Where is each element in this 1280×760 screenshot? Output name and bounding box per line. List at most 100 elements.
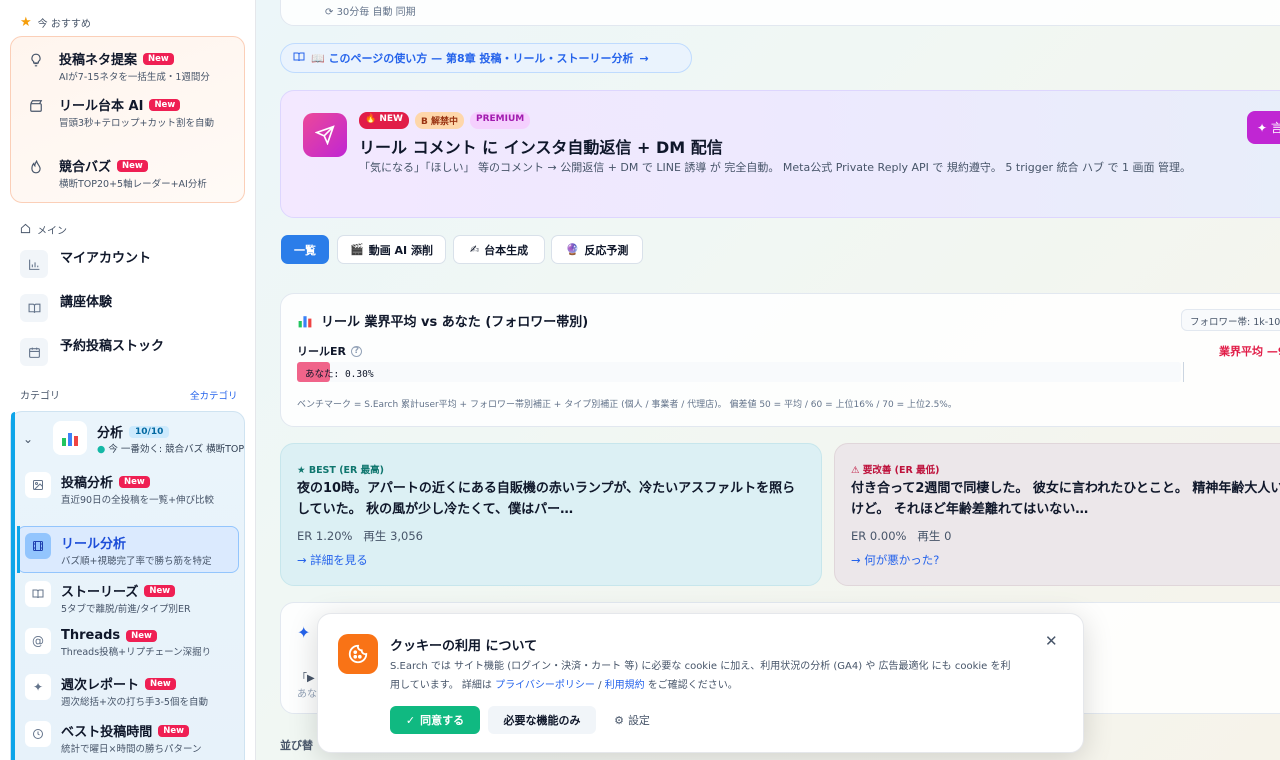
new-badge: 🔥 NEW [359, 112, 409, 129]
lightbulb-icon [25, 49, 47, 71]
worst-label: ⚠ 要改善 (ER 最低) [851, 465, 940, 476]
new-badge: New [117, 159, 148, 172]
send-icon [303, 113, 347, 157]
follower-band-badge: フォロワー帯: 1k-10 [1181, 309, 1280, 331]
recommend-item-title: 競合バズ [59, 160, 112, 175]
recommend-item-title: 投稿ネタ提案 [59, 53, 138, 68]
sort-label: 並び替 [280, 739, 313, 752]
tab-list[interactable]: 一覧 [281, 235, 329, 264]
promo-description: 「気になる」「ほしい」 等のコメント → 公開返信 + DM で LINE 誘導… [359, 161, 1192, 174]
sub-item-best-time[interactable]: ベスト投稿時間 New 統計で曜日×時間の勝ちパターン [25, 721, 247, 756]
recommend-item-subtitle: AIが7-15ネタを一括生成・1週間分 [59, 72, 210, 83]
your-er-label: あなた: 0.30% [305, 369, 374, 380]
category-count-badge: 10/10 [129, 425, 170, 438]
worst-detail-link[interactable]: → 何が悪かった? [851, 552, 939, 568]
recommend-item-title: リール台本 AI [59, 99, 144, 114]
category-now-text: ● 今 一番効く: 競合バズ 横断TOP [97, 444, 245, 455]
new-badge: New [143, 52, 174, 65]
metric-label: リールER? [297, 343, 362, 359]
chart-icon [53, 421, 87, 455]
sub-item-post-analysis[interactable]: 投稿分析 New 直近90日の全投稿を一覧+伸び比較 [25, 472, 247, 507]
category-box: ⌄ 分析 10/10 ● 今 一番効く: 競合バズ 横断TOP 投稿分析 New 直… [10, 411, 245, 760]
accept-button[interactable]: ✓ 同意する [390, 706, 480, 734]
category-section-label: カテゴリ [20, 391, 60, 402]
sync-status: ⟳ 30分毎 自動 同期 [325, 7, 416, 18]
recommend-section-label: ★ 今 おすすめ [20, 15, 91, 30]
flame-icon [25, 156, 47, 178]
best-detail-link[interactable]: → 詳細を見る [297, 552, 368, 568]
clock-icon [25, 721, 51, 747]
recommend-item[interactable]: リール台本 AI New 冒頭3秒+テロップ+カット割を自動 [25, 95, 240, 130]
recommend-item[interactable]: 競合バズ New 横断TOP20+5軸レーダー+AI分析 [25, 156, 240, 191]
chart-icon [298, 315, 312, 327]
category-header[interactable]: 分析 10/10 [97, 422, 170, 441]
premium-badge: PREMIUM [469, 112, 531, 129]
crystal-ball-icon: 🔮 [565, 243, 580, 256]
sync-card: ⟳ 30分毎 自動 同期 [280, 0, 1280, 26]
partial-text: 「▶ [297, 673, 315, 684]
book-icon [20, 294, 48, 322]
sidebar: ★ 今 おすすめ 投稿ネタ提案 New AIが7-15ネタを一括生成・1週間分 リ… [0, 0, 256, 760]
close-icon[interactable]: ✕ [1045, 632, 1058, 650]
gear-icon: ⚙ [614, 713, 624, 727]
industry-marker [1183, 362, 1184, 382]
sub-item-weekly-report[interactable]: ✦ 週次レポート New 週次総括+次の打ち手3-5個を自動 [25, 674, 247, 709]
settings-button[interactable]: ⚙ 設定 [604, 706, 660, 734]
new-badge: New [149, 98, 181, 111]
recommend-box: 投稿ネタ提案 New AIが7-15ネタを一括生成・1週間分 リール台本 AI Ne… [10, 36, 245, 203]
book-icon [293, 51, 305, 66]
check-icon: ✓ [405, 713, 416, 727]
necessary-only-button[interactable]: 必要な機能のみ [488, 706, 596, 734]
best-post-text: 夜の10時。アパートの近くにある自販機の赤いランプが、冷たいアスファルトを照らし… [297, 481, 796, 517]
recommend-item-subtitle: 横断TOP20+5軸レーダー+AI分析 [59, 179, 207, 190]
worst-post-card[interactable]: ⚠ 要改善 (ER 最低) 付き合って2週間で同棲した。 彼女に言われたひとこと… [834, 443, 1280, 586]
benchmark-title: リール 業界平均 vs あなた (フォロワー帯別) [321, 315, 589, 330]
tab-video-ai[interactable]: 🎬 動画 AI 添削 [337, 235, 446, 264]
nav-item-course[interactable]: 講座体験 [20, 294, 112, 322]
benchmark-note: ベンチマーク = S.Earch 累計user平均 + フォロワー帯別補正 + … [297, 400, 957, 410]
image-icon [25, 472, 51, 498]
calendar-icon [20, 338, 48, 366]
worst-post-stats: ER 0.00% 再生 0 [851, 529, 952, 543]
worst-post-text: 付き合って2週間で同棲した。 彼女に言われたひとこと。 精神年齢大人いんだけど。… [851, 481, 1280, 517]
page-guide-link[interactable]: 📖 このページの使い方 — 第8章 投稿・リール・ストーリー分析 → [280, 43, 692, 73]
bar-chart-icon [20, 250, 48, 278]
arrow-right-icon: → [639, 51, 649, 65]
cookie-text: S.Earch では サイト機能 (ログイン・決済・カート 等) に必要な co… [390, 661, 1011, 691]
all-categories-link[interactable]: 全カテゴリ [190, 388, 238, 402]
tab-script[interactable]: ✍ 台本生成 [453, 235, 545, 264]
sparkles-icon: ✦ [25, 674, 51, 700]
best-post-stats: ER 1.20% 再生 3,056 [297, 529, 423, 543]
active-indicator [17, 526, 20, 573]
book-icon [25, 581, 51, 607]
best-post-card[interactable]: ★ BEST (ER 最高) 夜の10時。アパートの近くにある自販機の赤いランプ… [280, 443, 822, 586]
industry-average-label: 業界平均 —9 [1219, 345, 1280, 358]
benchmark-card: リール 業界平均 vs あなた (フォロワー帯別) フォロワー帯: 1k-10 … [280, 293, 1280, 427]
nav-item-scheduled-stock[interactable]: 予約投稿ストック [20, 338, 164, 366]
category-accent-bar [11, 412, 15, 760]
sub-item-threads[interactable]: @ Threads New Threads投稿+リプチェーン深掘り [25, 628, 247, 659]
star-icon: ★ [20, 15, 32, 30]
terms-link[interactable]: 利用規約 [605, 680, 645, 691]
nav-item-my-account[interactable]: マイアカウント [20, 250, 151, 278]
cookie-icon [338, 634, 378, 674]
sub-item-reel-analysis[interactable]: リール分析 バズ順+視聴完了率で勝ち筋を特定 [25, 533, 247, 568]
chevron-down-icon[interactable]: ⌄ [23, 432, 33, 446]
home-icon [20, 223, 31, 237]
sparkles-icon: ✦ [297, 623, 311, 642]
cookie-title: クッキーの利用 について [390, 639, 538, 654]
pen-icon: ✍ [469, 243, 480, 256]
cookie-consent-dialog: クッキーの利用 について S.Earch では サイト機能 (ログイン・決済・カ… [317, 613, 1084, 753]
promo-cta-button[interactable]: ✦ 言 [1247, 111, 1280, 144]
benchmark-header: リール 業界平均 vs あなた (フォロワー帯別) [297, 311, 588, 330]
help-icon: ? [350, 345, 362, 357]
category-title: 分析 [97, 426, 124, 441]
privacy-policy-link[interactable]: プライバシーポリシー [495, 680, 595, 691]
sub-item-stories[interactable]: ストーリーズ New 5タブで離脱/前進/タイプ別ER [25, 581, 247, 616]
tab-reaction-forecast[interactable]: 🔮 反応予測 [551, 235, 643, 264]
recommend-item[interactable]: 投稿ネタ提案 New AIが7-15ネタを一括生成・1週間分 [25, 49, 240, 84]
best-label: ★ BEST (ER 最高) [297, 465, 384, 476]
er-bar-track: あなた: 0.30% [297, 362, 1181, 382]
unlock-badge: B 解禁中 [414, 112, 464, 129]
partial-text: あな [297, 689, 317, 700]
